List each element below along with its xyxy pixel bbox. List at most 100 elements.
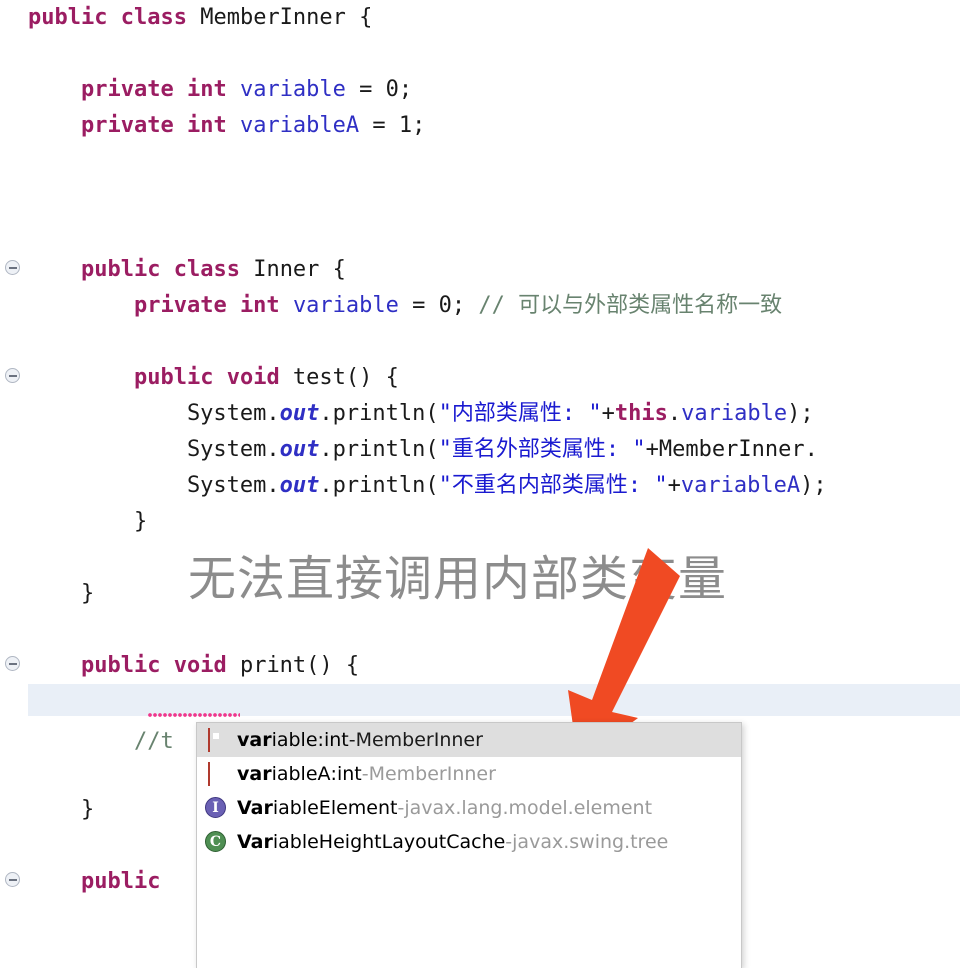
fold-toggle-icon[interactable] — [5, 656, 20, 671]
completion-match-prefix: Var — [237, 831, 273, 853]
code-token: test() { — [279, 365, 399, 390]
code-token: "不重名内部类属性: " — [438, 473, 668, 498]
code-line[interactable]: System.out.println("内部类属性: "+this.variab… — [28, 396, 814, 432]
completion-dash: - — [361, 763, 369, 785]
field-icon — [205, 762, 227, 786]
code-completion-popup[interactable]: var iable : int - MemberInner var iableA : … — [196, 722, 742, 968]
completion-item-tail: MemberInner — [355, 729, 483, 751]
completion-item-tail: javax.swing.tree — [512, 831, 669, 853]
code-token: public — [80, 653, 161, 678]
code-line[interactable]: private int variable = 0; — [28, 72, 412, 108]
completion-item[interactable]: C Var iableHeightLayoutCache - javax.swing… — [197, 825, 741, 859]
completion-item[interactable]: I Var iableElement - javax.lang.model.elem… — [197, 791, 741, 825]
code-token: class — [120, 5, 187, 30]
code-token: Inner { — [239, 257, 346, 282]
completion-item-name: iableElement — [272, 797, 398, 819]
code-line[interactable]: public void print() { — [28, 648, 359, 684]
fold-toggle-icon[interactable] — [5, 872, 20, 887]
code-token: } — [28, 797, 95, 822]
editor-gutter[interactable] — [0, 0, 28, 968]
code-line[interactable]: } — [28, 576, 94, 612]
code-token: .println( — [319, 401, 439, 426]
code-line[interactable]: } — [28, 792, 94, 828]
code-token: .println( — [319, 437, 439, 462]
code-token: int — [239, 293, 280, 318]
completion-item-name: iableA — [271, 763, 331, 785]
code-token: variable — [239, 77, 346, 102]
field-icon — [205, 728, 227, 752]
annotation-watermark: 无法直接调用内部类变量 — [188, 551, 728, 607]
code-token: void — [173, 653, 227, 678]
code-token: } — [28, 581, 95, 606]
completion-item-name: iableHeightLayoutCache — [272, 831, 506, 853]
error-squiggle-icon — [148, 713, 240, 717]
completion-match-prefix: var — [237, 729, 272, 751]
class-icon: C — [205, 831, 227, 853]
code-token: public — [80, 869, 161, 894]
code-line[interactable]: System.out.println("不重名内部类属性: "+variable… — [28, 468, 827, 504]
interface-icon: I — [205, 797, 227, 819]
completion-item-tail: javax.lang.model.element — [404, 797, 653, 819]
completion-item-tail: MemberInner — [368, 763, 496, 785]
code-token: ); — [787, 401, 814, 426]
code-token: class — [173, 257, 240, 282]
code-line[interactable]: private int variableA = 1; — [28, 108, 425, 144]
code-token: this — [614, 401, 668, 426]
code-token: out — [279, 473, 320, 498]
code-line[interactable]: public void test() { — [28, 360, 399, 396]
code-token: out — [279, 437, 320, 462]
code-line[interactable]: private int variable = 0; // 可以与外部类属性名称一… — [28, 288, 782, 324]
code-token: = 0; — [345, 77, 413, 102]
code-token: variable — [681, 401, 788, 426]
code-token: "内部类属性: " — [438, 401, 602, 426]
code-token: + — [667, 473, 681, 498]
completion-item[interactable]: var iableA : int - MemberInner — [197, 757, 741, 791]
code-token: System. — [28, 437, 280, 462]
code-line[interactable]: System.out.println("重名外部类属性: "+MemberInn… — [28, 432, 818, 468]
code-token: public — [133, 365, 214, 390]
completion-item[interactable]: var iable : int - MemberInner — [197, 723, 741, 757]
code-token: void — [226, 365, 280, 390]
code-line[interactable]: public — [28, 864, 160, 900]
code-token: +MemberInner. — [645, 437, 818, 462]
code-line[interactable]: } — [28, 504, 147, 540]
completion-match-prefix: Var — [237, 797, 273, 819]
code-token: ); — [800, 473, 827, 498]
code-token: System. — [28, 401, 280, 426]
completion-dash: - — [348, 729, 356, 751]
code-token: System. — [28, 473, 280, 498]
code-token: // 可以与外部类属性名称一致 — [478, 293, 783, 318]
code-line[interactable]: public class MemberInner { — [28, 0, 372, 36]
code-token: private — [133, 293, 227, 318]
typed-token[interactable]: var — [148, 684, 240, 750]
code-token: int — [186, 77, 227, 102]
code-token: . — [667, 401, 682, 426]
fold-toggle-icon[interactable] — [5, 260, 20, 275]
code-token: .println( — [319, 473, 439, 498]
fold-toggle-icon[interactable] — [5, 368, 20, 383]
code-token: MemberInner { — [186, 5, 373, 30]
code-token: public — [28, 5, 108, 30]
code-line[interactable]: public class Inner { — [28, 252, 346, 288]
code-token: private — [80, 77, 174, 102]
completion-item-name: iable — [271, 729, 318, 751]
code-token: print() { — [226, 653, 360, 678]
code-token: "重名外部类属性: " — [438, 437, 646, 462]
code-token: + — [601, 401, 615, 426]
